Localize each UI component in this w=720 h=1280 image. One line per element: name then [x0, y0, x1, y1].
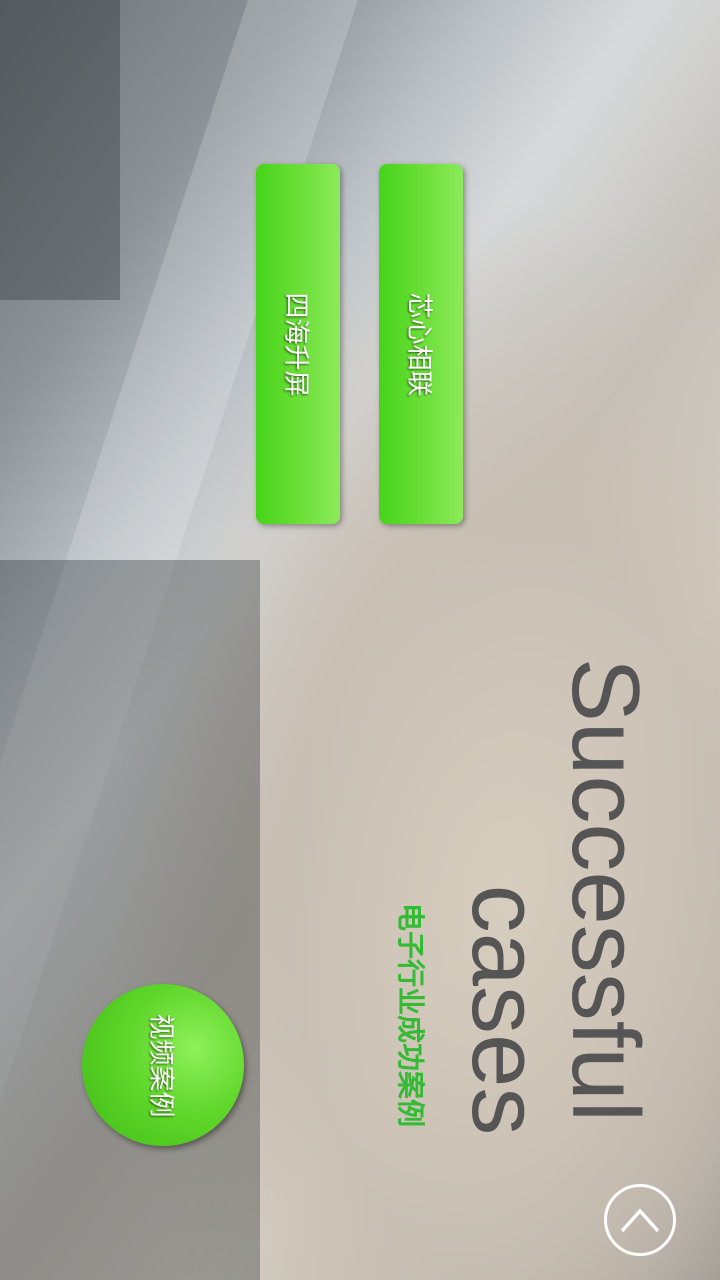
title-cases: cases	[452, 884, 559, 1136]
bg-shadow-area	[0, 560, 260, 1280]
case-button-screen[interactable]: 四海升屏	[256, 164, 340, 524]
case-button-chip-label: 芯心相联	[403, 291, 434, 397]
screen: Successful cases 电子行业成功案例 芯心相联 四海升屏 视频案例	[0, 0, 720, 1280]
case-button-chip[interactable]: 芯心相联	[379, 164, 463, 524]
subtitle: 电子行业成功案例	[394, 902, 427, 1128]
chevron-up-icon	[620, 1208, 660, 1233]
video-cases-button[interactable]: 视频案例	[82, 984, 244, 1146]
scroll-up-button[interactable]	[604, 1184, 676, 1256]
title-successful: Successful	[552, 657, 659, 1123]
bg-shadow-area	[0, 0, 120, 300]
case-button-screen-label: 四海升屏	[280, 291, 311, 397]
video-cases-label: 视频案例	[145, 1012, 176, 1118]
